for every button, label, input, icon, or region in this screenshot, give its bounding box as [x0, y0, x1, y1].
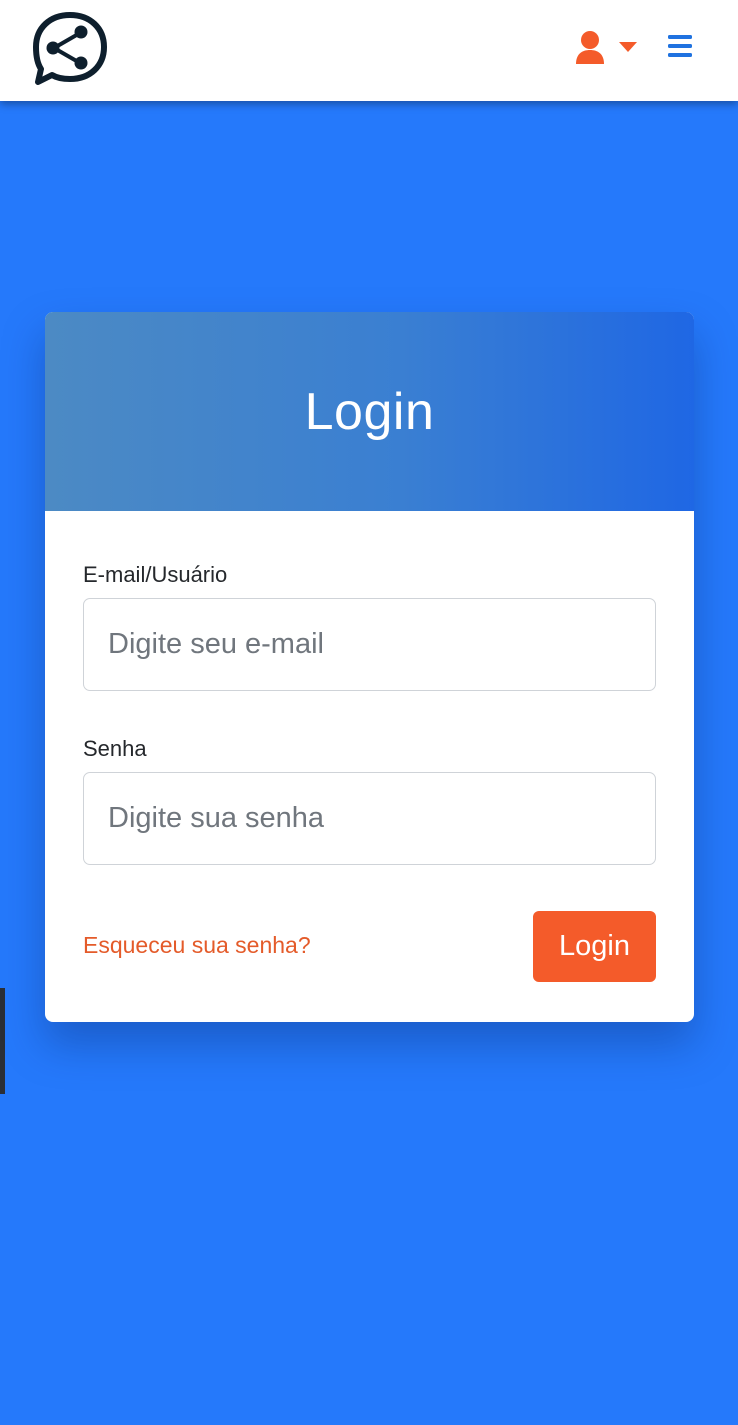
email-field-label: E-mail/Usuário	[83, 562, 228, 587]
login-card: Login E-mail/Usuário Senha Esqueceu sua …	[45, 312, 694, 1022]
password-field-label: Senha	[83, 736, 147, 761]
share-chat-logo-icon	[33, 12, 107, 85]
user-icon	[576, 31, 604, 64]
forgot-password-link[interactable]: Esqueceu sua senha?	[83, 932, 311, 959]
logo-link[interactable]	[32, 12, 108, 86]
email-field[interactable]	[83, 598, 656, 691]
password-field[interactable]	[83, 772, 656, 865]
caret-down-icon	[619, 42, 637, 52]
user-menu-dropdown[interactable]	[574, 30, 640, 66]
login-button[interactable]: Login	[533, 911, 656, 982]
login-card-header: Login	[45, 312, 694, 511]
login-title: Login	[304, 382, 435, 441]
hamburger-menu-button[interactable]	[664, 34, 696, 60]
hamburger-menu-icon	[668, 35, 692, 57]
side-panel-handle[interactable]	[0, 988, 5, 1094]
top-navbar	[0, 0, 738, 101]
